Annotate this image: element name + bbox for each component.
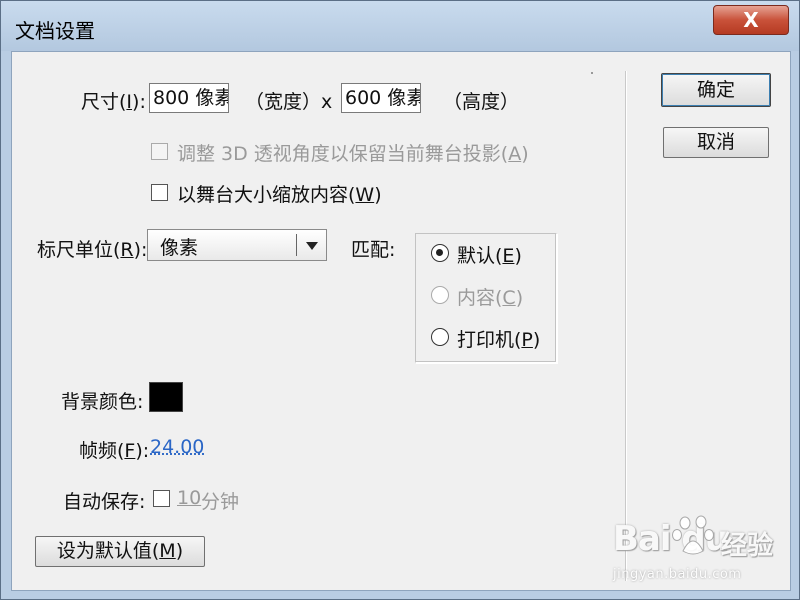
frame-rate-suffix: ): bbox=[135, 440, 150, 462]
close-button[interactable]: X bbox=[713, 5, 789, 35]
ruler-units-value: 像素 bbox=[160, 237, 199, 259]
match-default-radio[interactable] bbox=[431, 244, 449, 262]
height-caption: （高度） bbox=[443, 91, 520, 113]
match-contents-prefix: 内容( bbox=[457, 287, 503, 309]
match-contents-label: 内容(C) bbox=[457, 283, 523, 310]
match-printer-suffix: ) bbox=[532, 329, 541, 351]
adjust-3d-label: 调整 3D 透视角度以保留当前舞台投影(A) bbox=[177, 139, 529, 166]
adjust-3d-checkbox[interactable] bbox=[151, 143, 168, 160]
adjust-3d-label-key: A bbox=[508, 143, 522, 165]
adjust-3d-label-prefix: 调整 3D 透视角度以保留当前舞台投影( bbox=[177, 143, 509, 165]
adjust-3d-label-suffix: ) bbox=[521, 143, 529, 165]
scale-content-label-suffix: ) bbox=[374, 184, 382, 206]
radio-selected-dot bbox=[436, 249, 443, 256]
ruler-label-suffix: ): bbox=[133, 239, 148, 261]
baidu-jingyan-watermark: Bai du 经验 jingyan.baidu.com bbox=[613, 513, 793, 593]
autosave-unit: 分钟 bbox=[201, 491, 240, 513]
make-default-suffix: ) bbox=[175, 540, 184, 562]
ruler-label-prefix: 标尺单位( bbox=[37, 239, 121, 261]
autosave-minutes[interactable]: 10 bbox=[177, 487, 201, 509]
match-default-label: 默认(E) bbox=[457, 241, 522, 268]
match-default-key: E bbox=[502, 245, 515, 267]
match-printer-prefix: 打印机( bbox=[457, 329, 522, 351]
dialog-title: 文档设置 bbox=[15, 19, 95, 43]
ruler-label-key: R bbox=[120, 239, 134, 261]
dimensions-label-suffix: ): bbox=[132, 91, 146, 113]
match-label: 匹配: bbox=[351, 239, 396, 261]
resize-dot bbox=[591, 72, 593, 74]
match-contents-suffix: ) bbox=[515, 287, 524, 309]
dimensions-label: 尺寸(I): bbox=[81, 87, 146, 114]
watermark-url: jingyan.baidu.com bbox=[613, 567, 742, 582]
ruler-units-select[interactable]: 像素 bbox=[147, 229, 327, 261]
ruler-units-label: 标尺单位(R): bbox=[37, 235, 147, 262]
document-settings-dialog: 文档设置 X 尺寸(I): 800 像素 （宽度）x 600 像素 （高度） 调… bbox=[0, 0, 800, 600]
match-printer-label: 打印机(P) bbox=[457, 325, 540, 352]
width-input[interactable]: 800 像素 bbox=[149, 83, 229, 113]
scale-content-label-prefix: 以舞台大小缩放内容( bbox=[177, 184, 356, 206]
scale-content-label-key: W bbox=[355, 184, 375, 206]
match-contents-radio[interactable] bbox=[431, 286, 449, 304]
match-default-suffix: ) bbox=[514, 245, 522, 267]
ok-button[interactable]: 确定 bbox=[661, 73, 771, 107]
autosave-checkbox[interactable] bbox=[153, 490, 170, 507]
frame-rate-key: F bbox=[124, 440, 136, 462]
height-input[interactable]: 600 像素 bbox=[341, 83, 421, 113]
scale-content-checkbox[interactable] bbox=[151, 184, 168, 201]
title-bar[interactable]: 文档设置 X bbox=[1, 1, 799, 51]
paw-logo-icon bbox=[672, 515, 714, 555]
frame-rate-label: 帧频(F): bbox=[79, 436, 149, 463]
match-default-prefix: 默认( bbox=[457, 245, 503, 267]
width-caption: （宽度）x bbox=[245, 91, 333, 113]
make-default-key: M bbox=[159, 540, 176, 562]
scale-content-label: 以舞台大小缩放内容(W) bbox=[177, 180, 382, 207]
chevron-down-icon[interactable] bbox=[306, 242, 318, 250]
match-contents-key: C bbox=[502, 287, 516, 309]
make-default-button[interactable]: 设为默认值(M) bbox=[35, 536, 205, 567]
select-divider bbox=[296, 234, 297, 256]
background-color-swatch[interactable] bbox=[149, 382, 183, 412]
frame-rate-value[interactable]: 24.00 bbox=[150, 436, 204, 458]
frame-rate-prefix: 帧频( bbox=[79, 440, 125, 462]
watermark-cn: 经验 bbox=[721, 531, 774, 561]
vertical-separator bbox=[625, 71, 627, 581]
dimensions-label-prefix: 尺寸( bbox=[81, 91, 127, 113]
background-color-label: 背景颜色: bbox=[61, 391, 144, 413]
autosave-label: 自动保存: bbox=[63, 491, 146, 513]
match-printer-key: P bbox=[521, 329, 533, 351]
cancel-button[interactable]: 取消 bbox=[663, 127, 769, 158]
match-printer-radio[interactable] bbox=[431, 328, 449, 346]
make-default-prefix: 设为默认值( bbox=[56, 540, 160, 562]
